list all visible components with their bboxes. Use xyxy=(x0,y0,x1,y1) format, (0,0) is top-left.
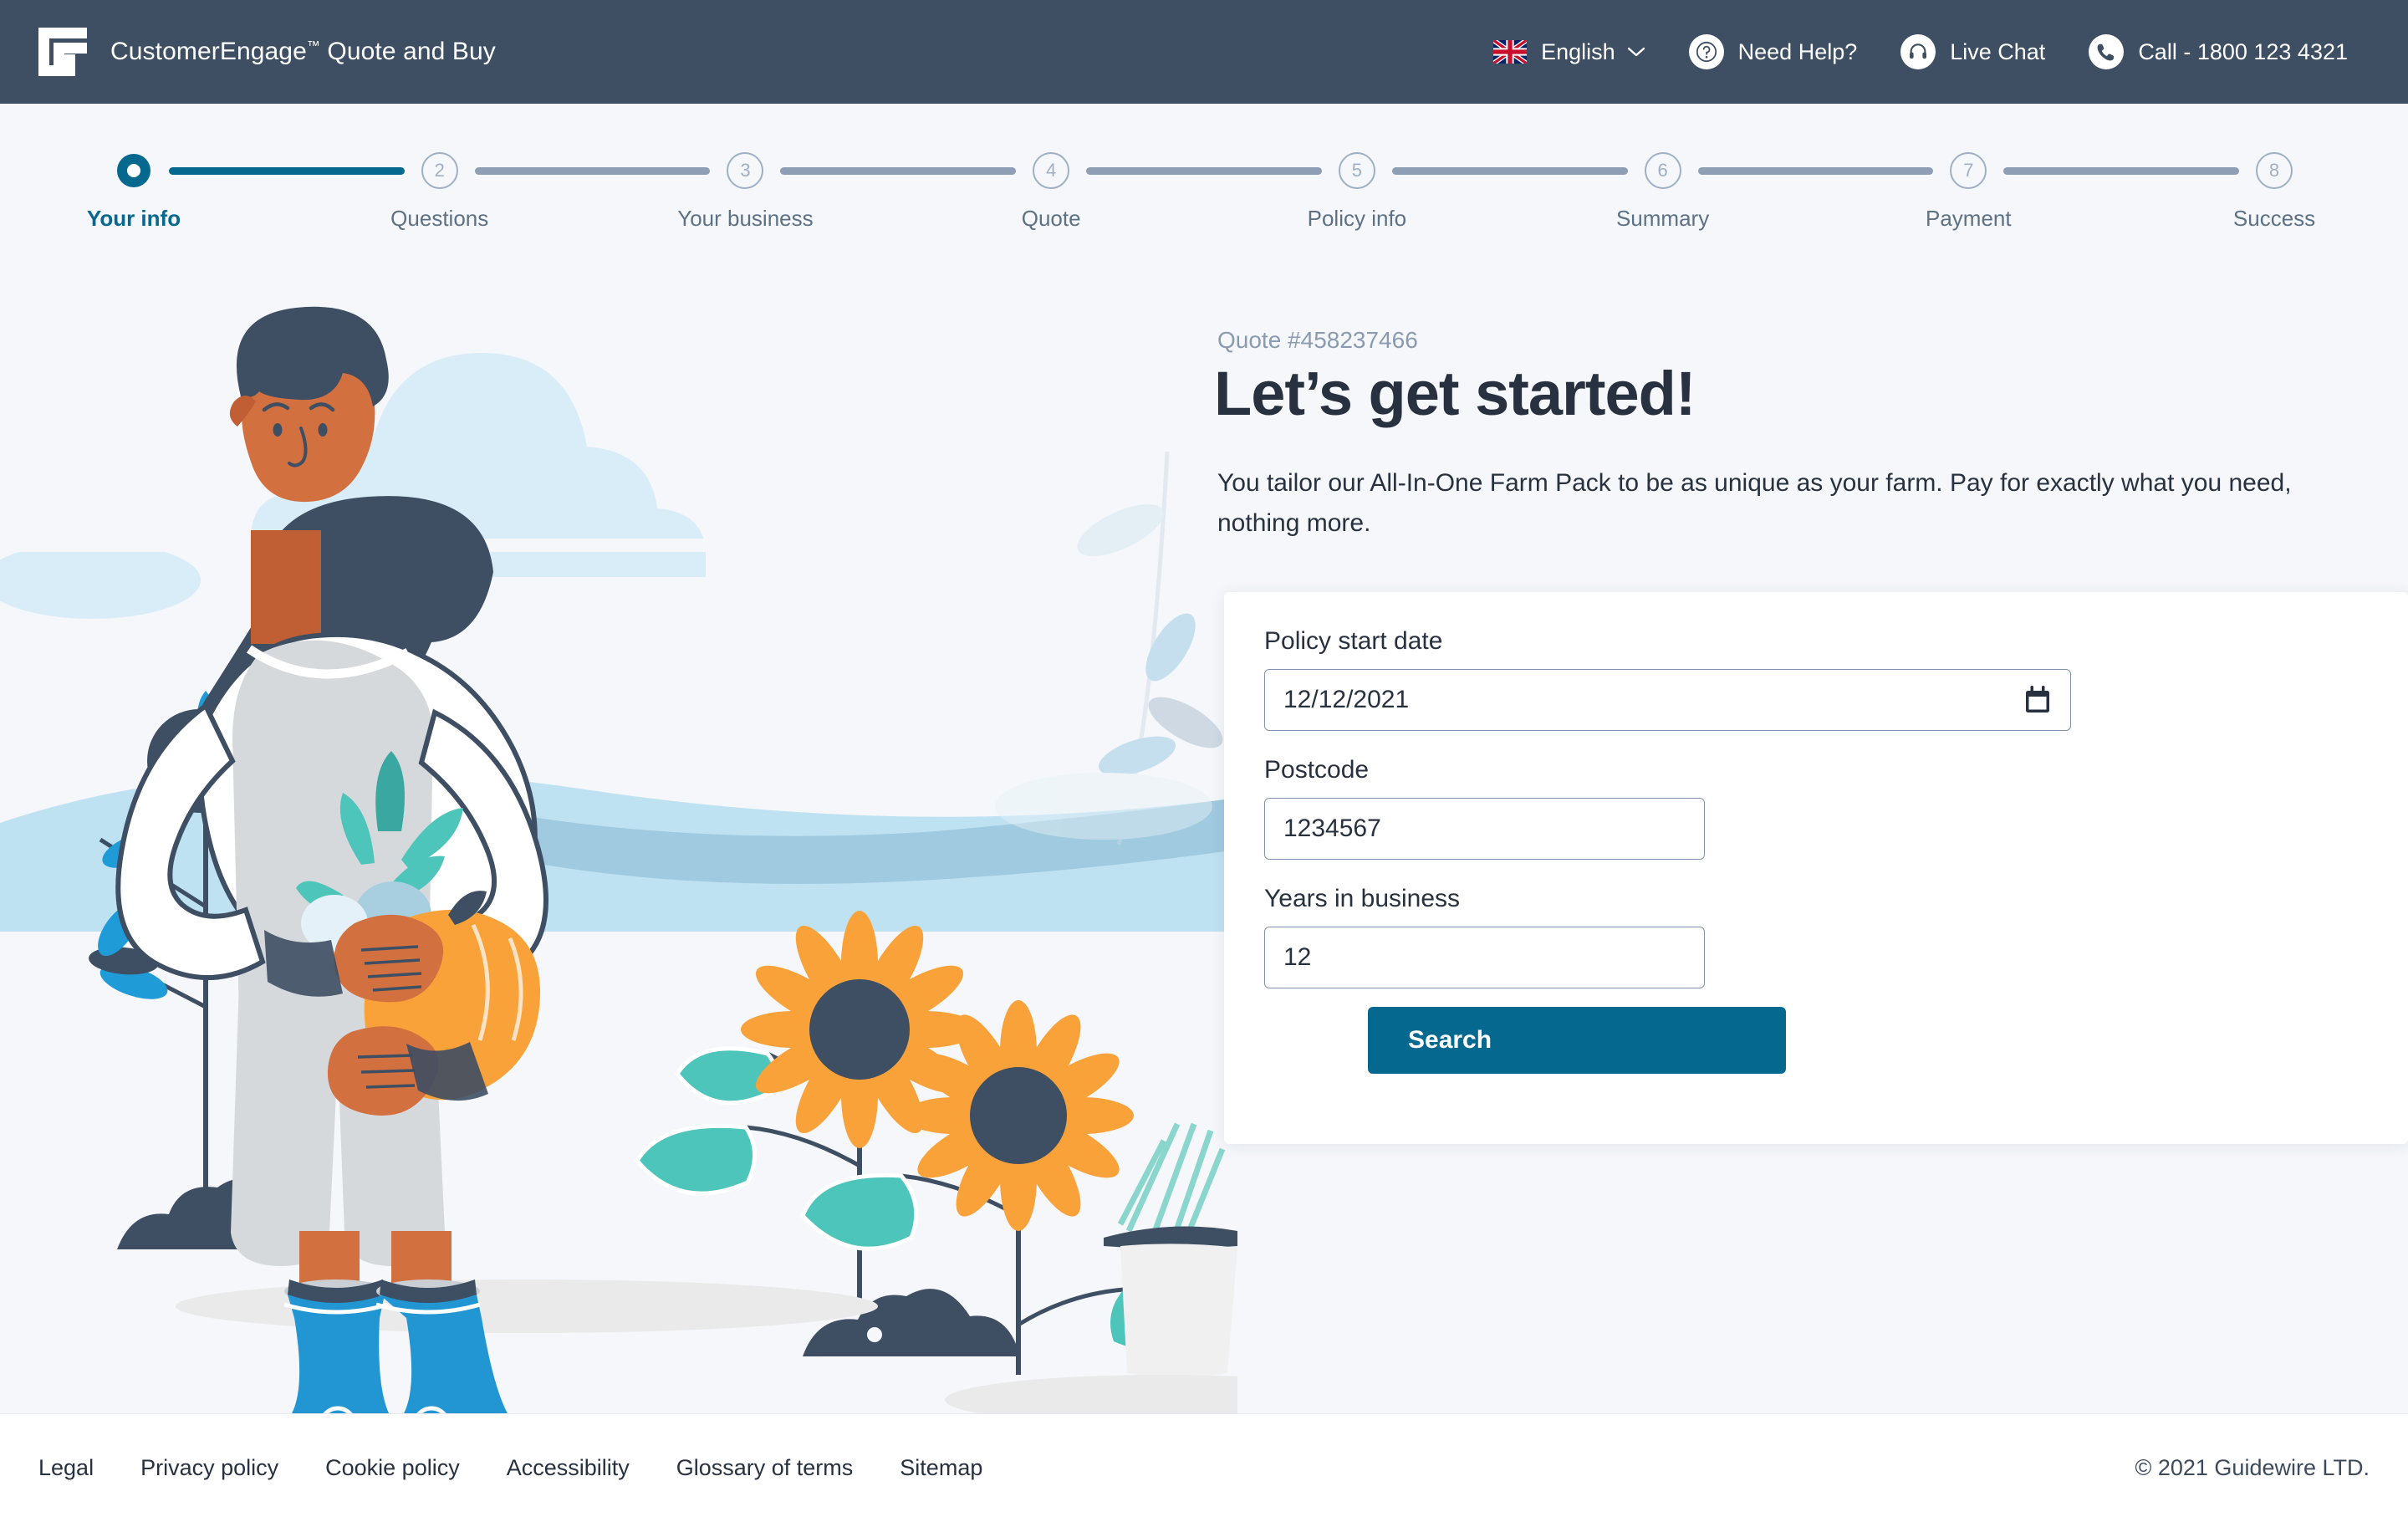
stepper-dot-7[interactable]: 7 xyxy=(1950,152,1987,189)
brand-title: CustomerEngage™ Quote and Buy xyxy=(110,38,496,66)
postcode-input[interactable]: 1234567 xyxy=(1264,798,1705,860)
years-in-business-input[interactable]: 12 xyxy=(1264,927,1705,988)
stepper-steps: Your info 2 Questions 3 Your business 4 … xyxy=(87,104,2315,254)
field-policy-start-date: Policy start date 12/12/2021 xyxy=(1264,627,2071,731)
language-label: English xyxy=(1541,38,1615,64)
main-content: Quote #458237466 Let’s get started! You … xyxy=(1214,254,2408,1413)
postcode-value: 1234567 xyxy=(1283,815,1381,842)
stepper-dot-1[interactable] xyxy=(117,154,150,187)
progress-stepper: Your info 2 Questions 3 Your business 4 … xyxy=(0,104,2408,254)
stepper-connector xyxy=(1697,167,1934,175)
stepper-label-7[interactable]: Payment xyxy=(1926,206,2012,232)
stepper-step-policy-info[interactable]: 5 Policy info xyxy=(1308,104,1663,254)
phone-icon xyxy=(2089,34,2125,69)
guidewire-g-logo-icon xyxy=(38,28,87,76)
stepper-label-2[interactable]: Questions xyxy=(390,206,488,232)
stepper-step-quote[interactable]: 4 Quote xyxy=(1022,104,1357,254)
chevron-down-icon xyxy=(1627,47,1645,57)
stepper-label-4[interactable]: Quote xyxy=(1022,206,1081,232)
footer-link-sitemap[interactable]: Sitemap xyxy=(900,1455,1029,1481)
stepper-connector xyxy=(2003,167,2240,175)
language-selector[interactable]: English xyxy=(1472,39,1667,65)
hero-illustration xyxy=(0,254,1237,1413)
brand-suffix: Quote and Buy xyxy=(319,38,496,65)
stepper-connector xyxy=(169,167,405,175)
page-subtitle: You tailor our All-In-One Farm Pack to b… xyxy=(1217,469,2292,537)
stepper-dot-3[interactable]: 3 xyxy=(727,152,764,189)
app-header: CustomerEngage™ Quote and Buy English Ne… xyxy=(0,0,2408,104)
call-button[interactable]: Call - 1800 123 4321 xyxy=(2067,34,2370,69)
calendar-icon[interactable] xyxy=(2023,685,2052,715)
stepper-connector xyxy=(1086,167,1322,175)
stepper-label-6[interactable]: Summary xyxy=(1616,206,1709,232)
postcode-label: Postcode xyxy=(1264,756,1370,784)
field-years-in-business: Years in business 12 xyxy=(1264,885,1705,988)
stepper-connector xyxy=(780,167,1017,175)
years-in-business-label: Years in business xyxy=(1264,885,1461,912)
quote-number: Quote #458237466 xyxy=(1217,327,1418,353)
page-footer: Legal Privacy policy Cookie policy Acces… xyxy=(0,1413,2408,1522)
policy-start-date-input[interactable]: 12/12/2021 xyxy=(1264,669,2071,731)
stepper-dot-2[interactable]: 2 xyxy=(421,152,458,189)
footer-link-legal[interactable]: Legal xyxy=(38,1455,140,1481)
years-in-business-value: 12 xyxy=(1283,943,1312,971)
footer-link-cookie-policy[interactable]: Cookie policy xyxy=(325,1455,507,1481)
stepper-step-payment[interactable]: 7 Payment xyxy=(1926,104,2274,254)
live-chat-label: Live Chat xyxy=(1950,38,2046,64)
footer-link-glossary-of-terms[interactable]: Glossary of terms xyxy=(676,1455,900,1481)
stepper-label-1[interactable]: Your info xyxy=(87,206,181,232)
footer-links: Legal Privacy policy Cookie policy Acces… xyxy=(38,1455,1029,1481)
stepper-dot-5[interactable]: 5 xyxy=(1338,152,1375,189)
stepper-step-questions[interactable]: 2 Questions xyxy=(390,104,746,254)
headset-icon xyxy=(1900,34,1936,69)
brand-trademark: ™ xyxy=(306,39,320,54)
uk-flag-icon xyxy=(1493,40,1528,64)
stepper-dot-6[interactable]: 6 xyxy=(1644,152,1681,189)
sunflower-center xyxy=(970,1067,1067,1164)
stepper-dot-8[interactable]: 8 xyxy=(2256,152,2293,189)
stepper-label-5[interactable]: Policy info xyxy=(1308,206,1407,232)
live-chat-button[interactable]: Live Chat xyxy=(1879,34,2067,69)
search-button[interactable]: Search xyxy=(1368,1007,1786,1074)
stepper-dot-4[interactable]: 4 xyxy=(1033,152,1070,189)
figure-shadow xyxy=(176,1279,878,1333)
quote-form-card: Policy start date 12/12/2021 Postcode 12… xyxy=(1224,592,2408,1144)
stepper-step-summary[interactable]: 6 Summary xyxy=(1616,104,1969,254)
stepper-label-8[interactable]: Success xyxy=(2233,206,2315,232)
stepper-connector xyxy=(474,167,711,175)
header-nav: English Need Help? Live Chat Call - 1800… xyxy=(1472,34,2370,69)
stepper-label-3[interactable]: Your business xyxy=(677,206,813,232)
brand-name: CustomerEngage xyxy=(110,38,307,65)
stepper-step-your-info[interactable]: Your info xyxy=(87,104,440,254)
need-help-button[interactable]: Need Help? xyxy=(1667,34,1880,69)
field-postcode: Postcode 1234567 xyxy=(1264,756,1705,860)
need-help-label: Need Help? xyxy=(1737,38,1858,64)
footer-link-privacy-policy[interactable]: Privacy policy xyxy=(140,1455,325,1481)
farmer-illustration-svg xyxy=(0,254,1237,1413)
stepper-step-your-business[interactable]: 3 Your business xyxy=(677,104,1051,254)
stepper-connector xyxy=(1391,167,1628,175)
call-label: Call - 1800 123 4321 xyxy=(2138,38,2348,64)
policy-start-date-label: Policy start date xyxy=(1264,627,1443,655)
brand[interactable]: CustomerEngage™ Quote and Buy xyxy=(37,26,496,78)
copyright-text: © 2021 Guidewire LTD. xyxy=(2135,1455,2370,1480)
page-title: Let’s get started! xyxy=(1214,359,1696,428)
page-root: CustomerEngage™ Quote and Buy English Ne… xyxy=(0,0,2408,1522)
footer-link-accessibility[interactable]: Accessibility xyxy=(507,1455,676,1481)
question-mark-icon xyxy=(1688,34,1724,69)
policy-start-date-value: 12/12/2021 xyxy=(1283,686,1410,713)
sunflower-center xyxy=(809,979,910,1080)
